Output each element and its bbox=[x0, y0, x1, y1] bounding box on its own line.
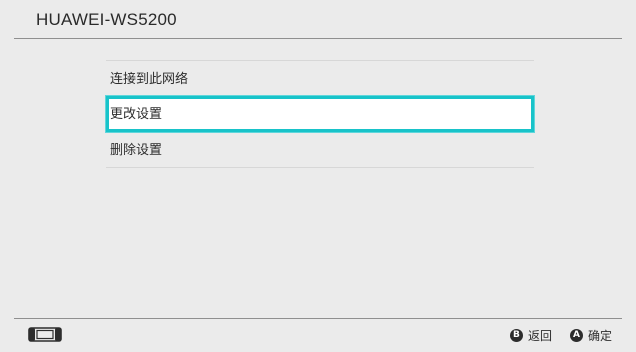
menu-item-label: 连接到此网络 bbox=[110, 71, 189, 86]
network-options-menu: 连接到此网络 更改设置 删除设置 bbox=[106, 60, 534, 168]
menu-item-label: 更改设置 bbox=[110, 106, 163, 121]
handheld-console-icon bbox=[28, 327, 62, 342]
menu-item-change-settings[interactable]: 更改设置 bbox=[106, 96, 534, 132]
back-label: 返回 bbox=[527, 328, 552, 343]
confirm-label: 确定 bbox=[587, 328, 612, 343]
menu-item-label: 删除设置 bbox=[110, 142, 163, 157]
wifi-settings-screen: HUAWEI-WS5200 连接到此网络 更改设置 删除设置 B 返回 A 确定 bbox=[0, 0, 636, 352]
back-action[interactable]: B 返回 bbox=[509, 327, 552, 344]
menu-item-delete-settings[interactable]: 删除设置 bbox=[106, 132, 534, 168]
confirm-action[interactable]: A 确定 bbox=[569, 327, 612, 344]
page-title: HUAWEI-WS5200 bbox=[36, 10, 177, 29]
b-button-icon: B bbox=[509, 328, 523, 342]
footer-actions: B 返回 A 确定 bbox=[492, 327, 612, 343]
menu-item-connect[interactable]: 连接到此网络 bbox=[106, 60, 534, 96]
a-button-icon: A bbox=[569, 328, 583, 342]
header-divider bbox=[14, 38, 622, 39]
footer-divider bbox=[14, 318, 622, 319]
